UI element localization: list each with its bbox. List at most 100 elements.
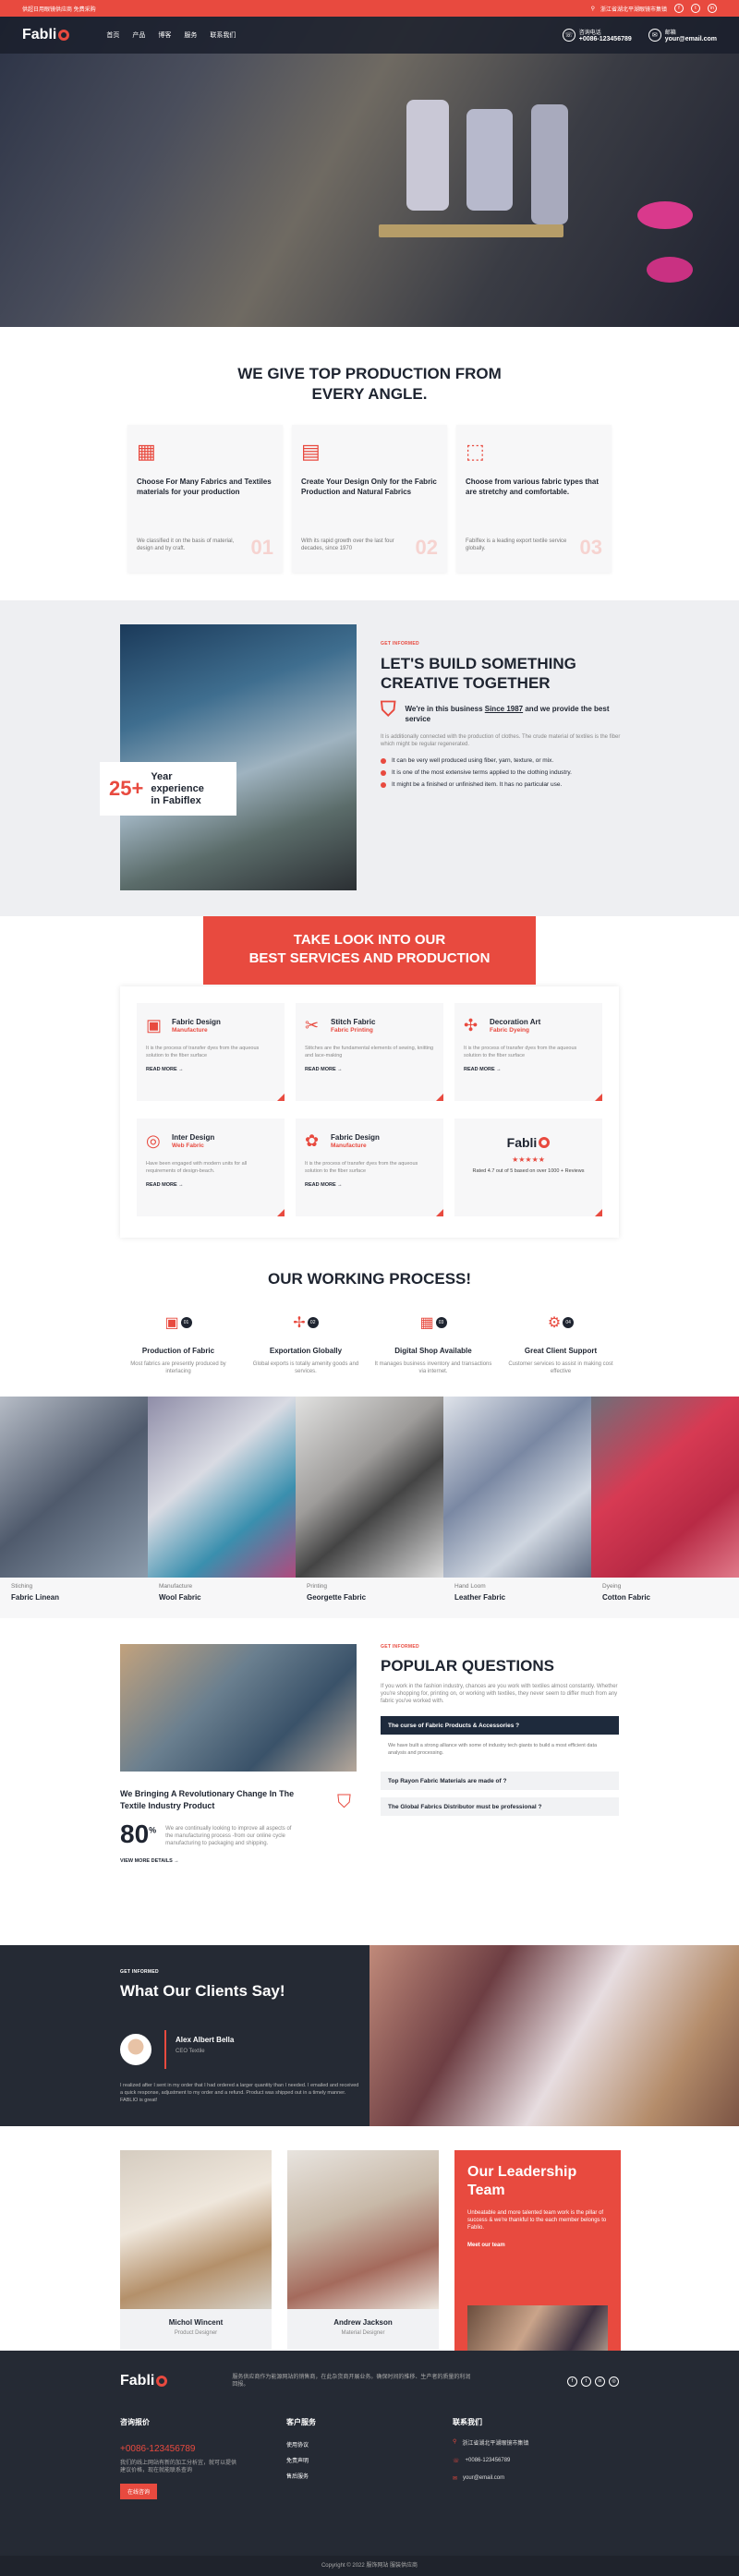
grid-icon: ▦ — [137, 440, 156, 463]
stat-value: 80% — [120, 1820, 157, 1848]
linkedin-icon[interactable]: in — [595, 2376, 605, 2387]
online-consult-button[interactable]: 在线咨询 — [120, 2484, 158, 2499]
nav-link-services[interactable]: 服务 — [184, 30, 197, 40]
production-card: ⬚ Choose from various fabric types that a… — [456, 425, 612, 573]
gallery-item[interactable]: Printing Georgette Fabric — [296, 1397, 443, 1618]
phone-icon: ☏ — [562, 29, 575, 42]
topbar-address: 浙江省湖北平湖眼镜市集镇 — [600, 6, 667, 13]
topbar-promo: 供超日用眼镜供应商 免费采购 — [22, 6, 96, 13]
about-title: LET'S BUILD SOMETHING CREATIVE TOGETHER — [381, 655, 576, 692]
gallery-item[interactable]: Dyeing Cotton Fabric — [591, 1397, 739, 1618]
process-section: OUR WORKING PROCESS! ▣ 01 Production of Fa… — [0, 1264, 739, 1400]
faq-item[interactable]: Top Rayon Fabric Materials are made of ? — [381, 1772, 619, 1790]
about-quote: ⛉ We're in this business Since 1987 and w… — [381, 697, 610, 724]
nav-phone[interactable]: ☏ 咨询电话 +0086-123456789 — [562, 28, 632, 42]
facebook-icon[interactable]: f — [674, 4, 684, 13]
location-icon: ⚲ — [590, 6, 595, 12]
stat-desc: We are continually looking to improve al… — [165, 1826, 292, 1846]
faq-item[interactable]: The Global Fabrics Distributor must be p… — [381, 1797, 619, 1816]
nav-email[interactable]: ✉ 邮箱 your@email.com — [648, 28, 717, 42]
process-step: ⚙ 04 Great Client Support Customer services… — [508, 1315, 613, 1374]
main-nav: Fabli 首页 产品 博客 服务 联系我们 ☏ 咨询电话 +0086-123456… — [0, 17, 739, 54]
shop-icon: ▦ — [419, 1315, 434, 1331]
read-more-link[interactable]: READ MORE → — [464, 1067, 593, 1072]
testimonial-section: GET INFORMED What Our Clients Say! Alex … — [0, 1945, 739, 2126]
support-icon: ⚙ — [547, 1315, 562, 1331]
copyright: Copyright © 2022 服饰网站 服装供应商 — [0, 2556, 739, 2576]
service-card[interactable]: ▣ Fabric Design Manufacture It is the proce… — [137, 1003, 285, 1101]
top-bar: 供超日用眼镜供应商 免费采购 ⚲ 浙江省湖北平湖眼镜市集镇 f t in — [0, 0, 739, 17]
production-section: WE GIVE TOP PRODUCTION FROM EVERY ANGLE. … — [0, 327, 739, 600]
production-card: ▦ Choose For Many Fabrics and Textiles ma… — [127, 425, 283, 573]
faq-section: We Bringing A Revolutionary Change In Th… — [0, 1644, 739, 1893]
shield-icon: ⛉ — [337, 1792, 351, 1812]
rating-card: Fabli ★★★★★ Rated 4.7 out of 5 based on ov… — [454, 1119, 602, 1216]
section-tag: GET INFORMED — [381, 1644, 419, 1650]
footer: Fabli 服务供应商作为能源网站的销售商，在此杂货商开展业务。确保时间的推移、… — [0, 2351, 739, 2576]
read-more-link[interactable]: READ MORE → — [146, 1182, 275, 1188]
process-step: ▦ 03 Digital Shop Available It manages busi… — [374, 1315, 492, 1374]
process-title: OUR WORKING PROCESS! — [267, 1270, 472, 1288]
production-icon: ▣ — [164, 1315, 179, 1331]
read-more-link[interactable]: READ MORE → — [305, 1067, 434, 1072]
gallery-item[interactable]: Manufacture Wool Fabric — [148, 1397, 296, 1618]
nav-link-contact[interactable]: 联系我们 — [210, 30, 236, 40]
service-card[interactable]: ✿ Fabric Design Manufacture It is the proce… — [296, 1119, 443, 1216]
service-card[interactable]: ✂ Stitch Fabric Fabric Printing Stitches ar… — [296, 1003, 443, 1101]
production-title: WE GIVE TOP PRODUCTION FROM EVERY ANGLE. — [237, 365, 502, 403]
services-section: TAKE LOOK INTO OUR BEST SERVICES AND PROD… — [0, 916, 739, 1264]
about-bullet: It is one of the most extensive terms ap… — [381, 769, 621, 776]
nav-link-products[interactable]: 产品 — [132, 30, 145, 40]
read-more-link[interactable]: READ MORE → — [305, 1182, 434, 1188]
logo-ring-icon — [58, 30, 70, 41]
faq-title: POPULAR QUESTIONS — [381, 1657, 554, 1675]
leadership-title: Our Leadership Team — [467, 2164, 577, 2198]
twitter-icon[interactable]: t — [581, 2376, 591, 2387]
twitter-icon[interactable]: t — [691, 4, 700, 13]
about-section: 25+ Year experience in Fabiflex GET INFORM… — [0, 600, 739, 916]
nav-link-home[interactable]: 首页 — [106, 30, 119, 40]
textile-machine-image — [120, 1644, 357, 1772]
faq-answer: We have built a strong alliance with som… — [381, 1735, 619, 1764]
client-name: Alex Albert Bella — [176, 2036, 235, 2044]
footer-contact-column: 联系我们 ⚲ 浙江省湖北平湖眼镜市集镇 ☏ +0086-123456789 ✉ you… — [453, 2418, 529, 2482]
client-role: CEO Textile — [176, 2049, 205, 2054]
about-desc: It is additionally connected with the pr… — [381, 734, 621, 747]
linkedin-icon[interactable]: in — [708, 4, 717, 13]
production-card: ▤ Create Your Design Only for the Fabric … — [292, 425, 447, 573]
hero-banner: Fabli 首页 产品 博客 服务 联系我们 ☏ 咨询电话 +0086-123456… — [0, 17, 739, 327]
footer-phone[interactable]: +0086-123456789 — [120, 2444, 286, 2454]
footer-logo[interactable]: Fabli — [120, 2373, 168, 2389]
view-more-link[interactable]: VIEW MORE DETAILS → — [120, 1858, 357, 1864]
shield-icon: ⛉ — [381, 697, 396, 720]
footer-link[interactable]: 售后服务 — [286, 2472, 453, 2480]
site-logo[interactable]: Fabli — [22, 27, 70, 43]
service-card[interactable]: ◎ Inter Design Web Fabric Have been engaged… — [137, 1119, 285, 1216]
process-step: ✢ 02 Exportation Globally Global exports is… — [252, 1315, 359, 1374]
gallery-item[interactable]: Hand Loom Leather Fabric — [443, 1397, 591, 1618]
fabric-icon: ▤ — [301, 440, 321, 463]
instagram-icon[interactable]: ◎ — [609, 2376, 619, 2387]
select-icon: ⬚ — [466, 440, 485, 463]
gallery-item[interactable]: Stiching Fabric Linean — [0, 1397, 148, 1618]
read-more-link[interactable]: READ MORE → — [146, 1067, 275, 1072]
facebook-icon[interactable]: f — [567, 2376, 577, 2387]
footer-link[interactable]: 免责声明 — [286, 2456, 453, 2464]
target-icon: ◎ — [146, 1131, 161, 1150]
service-card[interactable]: ✣ Decoration Art Fabric Dyeing It is the pr… — [454, 1003, 602, 1101]
footer-link[interactable]: 使用协议 — [286, 2440, 453, 2449]
testimonial-text: I realized after I sent in my order that… — [120, 2083, 359, 2103]
export-icon: ✢ — [293, 1315, 306, 1331]
footer-quote-column: 咨询报价 +0086-123456789 我们的线上网站有新的加工分析宜，就可以… — [120, 2417, 286, 2499]
footer-desc: 服务供应商作为能源网站的销售商，在此杂货商开展业务。确保时间的推移、生产者的质量… — [232, 2375, 471, 2388]
nav-link-blog[interactable]: 博客 — [158, 30, 171, 40]
leadership-desc: Unbeatable and more talented team work i… — [467, 2210, 607, 2231]
about-bullet: It can be very well produced using fiber… — [381, 757, 621, 764]
faq-item-open[interactable]: The curse of Fabric Products & Accessori… — [381, 1716, 619, 1735]
meet-team-link[interactable]: Meet our team — [467, 2243, 608, 2248]
section-tag: GET INFORMED — [120, 1969, 159, 1975]
leader-card[interactable]: Michol Wincent Product Designer — [120, 2150, 272, 2350]
leader-card[interactable]: Andrew Jackson Material Designer — [287, 2150, 439, 2350]
factory-image — [120, 624, 357, 890]
rating-text: Rated 4.7 out of 5 based on over 1000 + … — [472, 1168, 585, 1174]
